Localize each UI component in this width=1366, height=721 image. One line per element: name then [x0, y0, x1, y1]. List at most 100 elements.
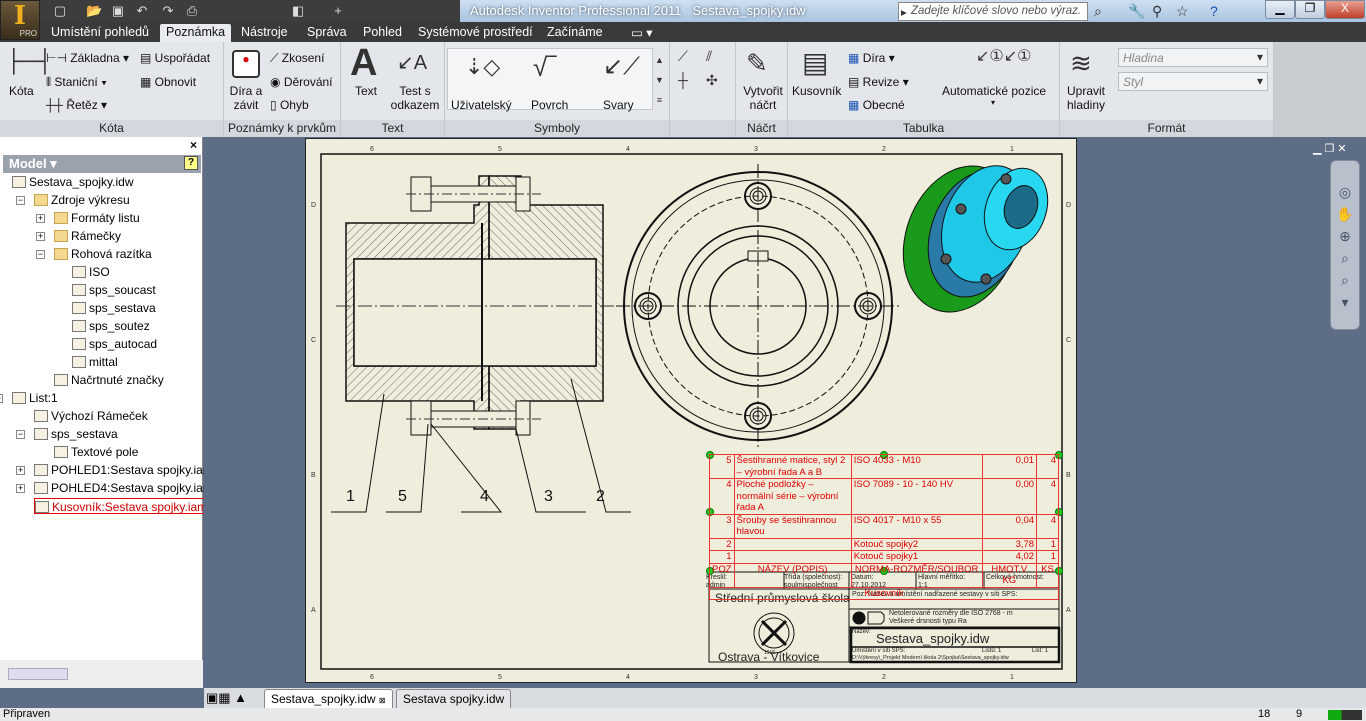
expand-toggle[interactable]: − [16, 196, 25, 205]
new-icon[interactable]: ▢ [52, 3, 68, 19]
centermark-icon[interactable]: ┼ [678, 72, 688, 88]
ribbon-options-icon[interactable]: ▭ ▾ [625, 24, 659, 42]
help-icon[interactable]: ? [1210, 3, 1218, 19]
centerline-icon[interactable]: ⟋ [678, 48, 688, 65]
tab-nastroje[interactable]: Nástroje [235, 24, 294, 42]
browser-item[interactable]: Textové pole [54, 444, 138, 460]
doc-tab-active[interactable]: Sestava_spojky.idw ⊠ [264, 689, 393, 708]
expand-toggle[interactable]: − [0, 394, 3, 403]
expand-toggle[interactable]: − [36, 250, 45, 259]
derovani-button[interactable]: ◉ Děrování [270, 75, 333, 89]
uzivatelsky-button[interactable]: Uživatelský [451, 98, 512, 112]
browser-item[interactable]: ISO [72, 264, 110, 280]
bom-row[interactable]: 5 Šestihranné matice, styl 2 – výrobní řa… [709, 454, 1059, 479]
browser-item[interactable]: Výchozí Rámeček [34, 408, 148, 424]
browser-item[interactable]: Rámečky [54, 228, 121, 244]
dira-table-button[interactable]: ▦ Díra ▾ [848, 51, 895, 65]
vytvorit-nacrt-button[interactable]: Vytvořit náčrt [740, 84, 786, 112]
tab-sprava[interactable]: Správa [301, 24, 353, 42]
binoculars-icon[interactable]: ⌕ [1094, 3, 1102, 20]
browser-item[interactable]: Formáty listu [54, 210, 140, 226]
star-icon[interactable]: ☆ [1176, 3, 1189, 20]
upravit-hladiny-button[interactable]: Upravit hladiny [1065, 84, 1107, 112]
usporadat-button[interactable]: ▤ Uspořádat [140, 51, 210, 65]
tab-umisteni-pohledu[interactable]: Umístění pohledů [45, 24, 155, 42]
browser-item[interactable]: sps_sestava [72, 300, 156, 316]
close-browser-icon[interactable]: × [190, 138, 197, 152]
navigation-bar[interactable]: ◎ ✋ ⊕ ⌕ ⌕ ▾ [1330, 160, 1360, 330]
browser-item[interactable]: Kusovník:Sestava spojky.iam [34, 498, 209, 514]
tab-systemove-prostredi[interactable]: Systémové prostředí [412, 24, 539, 42]
kota-button[interactable]: Kóta [9, 84, 34, 98]
bom-row[interactable]: 4 Ploché podložky – normální série – výro… [709, 478, 1059, 515]
browser-item[interactable]: POHLED4:Sestava spojky.iam [34, 480, 213, 496]
canvas-window-controls[interactable]: ▁ ❐ ✕ [1313, 142, 1347, 155]
stanicni-button[interactable]: ⫴ Staniční ▾ [46, 75, 107, 90]
browser-item[interactable]: sps_soucast [72, 282, 156, 298]
text-button[interactable]: Text [355, 84, 377, 98]
balloon-1[interactable]: 1 [346, 488, 355, 505]
appearance-icon[interactable]: ◧ [290, 3, 306, 19]
ohyb-button[interactable]: ▯ Ohyb [270, 98, 309, 112]
horizontal-scrollbar[interactable] [0, 660, 203, 688]
bom-row[interactable]: 2 Kotouč spojky2 3,78 1 [709, 537, 1059, 551]
dira-zavit-button[interactable]: Díra a závit [229, 84, 263, 112]
help-icon[interactable]: ? [184, 156, 198, 170]
gallery-scroll[interactable]: ▲ ▼ ≡ [655, 50, 664, 110]
expand-toggle[interactable]: + [16, 466, 25, 475]
leader-text-button[interactable]: Test s odkazem [389, 84, 441, 112]
obecne-button[interactable]: ▦ Obecné [848, 98, 905, 112]
tab-poznamka[interactable]: Poznámka [160, 24, 232, 42]
browser-item[interactable]: sps_sestava [34, 426, 118, 442]
revize-button[interactable]: ▤ Revize ▾ [848, 75, 909, 89]
zkoseni-button[interactable]: ⟋ Zkosení [270, 51, 324, 66]
doc-tab[interactable]: Sestava spojky.idw [396, 689, 512, 708]
browser-item[interactable]: mittal [72, 354, 118, 370]
obnovit-button[interactable]: ▦ Obnovit [140, 75, 196, 89]
kusovnik-button[interactable]: Kusovník [792, 84, 841, 98]
browser-header[interactable]: Model ▾? [3, 155, 201, 173]
style-select[interactable]: Styl [1118, 72, 1268, 91]
zakladna-button[interactable]: ⊢⊣ Základna ▾ [46, 51, 129, 65]
expand-toggle[interactable]: + [16, 484, 25, 493]
expand-toggle[interactable]: + [36, 232, 45, 241]
expand-toggle[interactable]: − [16, 430, 25, 439]
open-icon[interactable]: 📂 [86, 3, 102, 19]
browser-item[interactable]: Sestava_spojky.idw [12, 174, 134, 190]
layer-select[interactable]: Hladina [1118, 48, 1268, 67]
svary-button[interactable]: Svary [603, 98, 634, 112]
tab-pohled[interactable]: Pohled [357, 24, 408, 42]
tab-zaciname[interactable]: Začínáme [541, 24, 609, 42]
browser-item[interactable]: sps_soutez [72, 318, 150, 334]
minimize-button[interactable]: ▁ [1265, 0, 1295, 19]
bom-row[interactable]: 1 Kotouč spojky1 4,02 1 [709, 550, 1059, 564]
undo-icon[interactable]: ↶ [134, 3, 150, 19]
browser-item[interactable]: Rohová razítka [54, 246, 152, 262]
expand-toggle[interactable]: + [36, 214, 45, 223]
drawing-sheet[interactable]: 665544332211DDCCBBAA 15432 Kreslil: admi… [305, 138, 1077, 683]
balloon-2[interactable]: 2 [596, 488, 605, 505]
browser-item[interactable]: POHLED1:Sestava spojky.iam [34, 462, 213, 478]
povrch-button[interactable]: Povrch [531, 98, 568, 112]
parts-list-table[interactable]: 5 Šestihranné matice, styl 2 – výrobní řa… [709, 454, 1059, 600]
close-button[interactable]: X [1325, 0, 1365, 19]
satellite-icon[interactable]: ⚲ [1152, 3, 1162, 20]
print-icon[interactable]: ⎙ [184, 3, 200, 19]
application-menu-button[interactable]: I PRO [0, 0, 40, 40]
browser-item[interactable]: Zdroje výkresu [34, 192, 130, 208]
bom-row[interactable]: 3 Šrouby se šestihrannou hlavou ISO 4017 -… [709, 513, 1059, 539]
tile-windows-icon[interactable]: ▣▦ ▲ [206, 690, 247, 706]
browser-item[interactable]: List:1 [12, 390, 58, 406]
automaticke-pozice-button[interactable]: Automatické pozice [942, 84, 1046, 98]
bisector-icon[interactable]: ⫽ [706, 48, 712, 65]
balloon-5[interactable]: 5 [398, 488, 407, 505]
key-icon[interactable]: 🔧 [1128, 3, 1145, 20]
centered-pattern-icon[interactable]: ✣ [706, 72, 718, 89]
balloon-3[interactable]: 3 [544, 488, 553, 505]
plus-icon[interactable]: + [330, 3, 346, 19]
save-icon[interactable]: ▣ [110, 3, 126, 19]
balloon-4[interactable]: 4 [480, 488, 489, 505]
browser-item[interactable]: Načrtnuté značky [54, 372, 164, 388]
search-input[interactable]: Zadejte klíčové slovo nebo výraz. [898, 2, 1088, 21]
retez-button[interactable]: ┼┼ Řetěz ▾ [46, 98, 107, 112]
